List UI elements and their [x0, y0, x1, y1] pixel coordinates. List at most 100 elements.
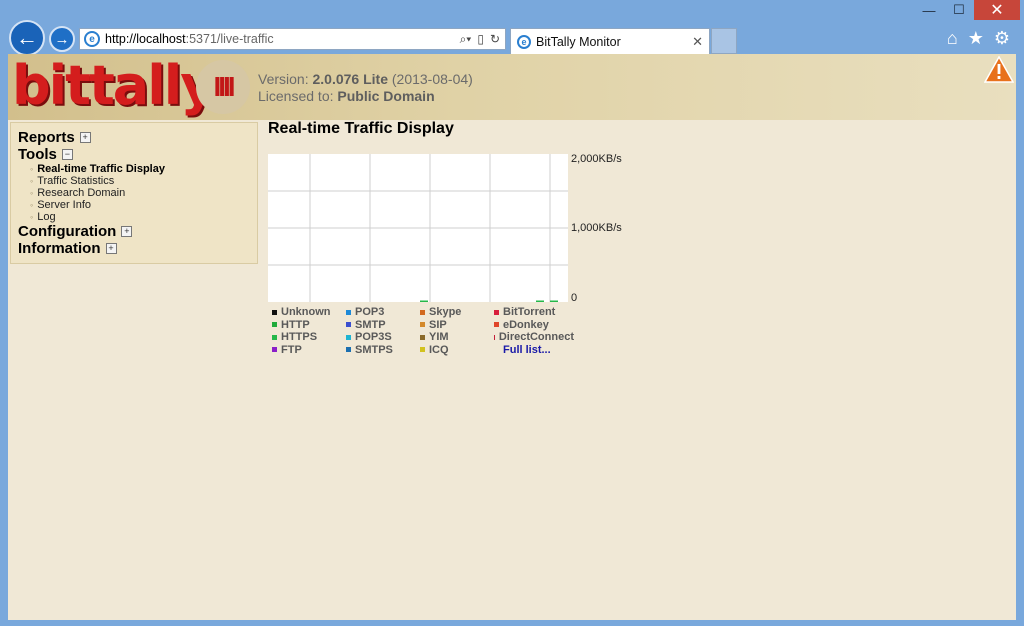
legend-swatch: [346, 322, 351, 328]
bittally-logo[interactable]: bittally: [12, 58, 215, 114]
legend-swatch: [272, 334, 277, 340]
collapse-minus-icon[interactable]: −: [61, 149, 73, 160]
compatibility-icon[interactable]: ▯: [477, 32, 484, 47]
minimize-button[interactable]: —: [914, 0, 944, 20]
ie-page-icon: e: [84, 31, 100, 47]
legend-label: Unknown: [281, 306, 331, 318]
legend-swatch: [420, 309, 425, 315]
legend-label: POP3: [355, 306, 385, 318]
tally-mark-logo: IIII: [196, 60, 250, 114]
legend-column: POP3 SMTP POP3S SMTPS: [346, 306, 426, 356]
favorites-star-icon[interactable]: ★: [968, 28, 984, 49]
full-list-link[interactable]: Full list...: [494, 344, 574, 357]
expand-plus-icon[interactable]: +: [79, 132, 91, 143]
menu-item-log[interactable]: Log: [30, 211, 257, 223]
license-value: Public Domain: [337, 88, 435, 104]
app-header: bittally IIII Version: 2.0.076 Lite (201…: [8, 54, 1016, 120]
sidebar-configuration[interactable]: Configuration +: [18, 223, 257, 240]
legend-label: POP3S: [355, 331, 392, 343]
web-page: bittally IIII Version: 2.0.076 Lite (201…: [8, 54, 1016, 620]
legend-label: Skype: [429, 306, 462, 318]
sidebar-menu: Reports + Tools− Real-time Traffic Displa…: [10, 122, 258, 264]
forward-button[interactable]: →: [49, 26, 75, 52]
y-tick-label: 0: [571, 292, 578, 304]
legend-item: POP3S: [346, 331, 426, 344]
legend-item: FTP: [272, 344, 352, 357]
new-tab-button[interactable]: [711, 28, 737, 54]
legend-swatch: [494, 309, 499, 315]
legend-item: HTTP: [272, 319, 352, 332]
legend-column: Unknown HTTP HTTPS FTP: [272, 306, 352, 356]
menu-item-server-info[interactable]: Server Info: [30, 199, 257, 211]
legend-swatch: [272, 322, 277, 328]
maximize-button[interactable]: ☐: [944, 0, 974, 20]
legend-item: SMTP: [346, 319, 426, 332]
back-button[interactable]: ←: [9, 20, 45, 56]
legend-item: YIM: [420, 331, 500, 344]
browser-toolbar-right: ⌂ ★ ⚙: [947, 28, 1010, 49]
sidebar-reports[interactable]: Reports +: [18, 129, 257, 146]
legend-label: SMTP: [355, 318, 386, 331]
legend-swatch: [346, 309, 351, 315]
legend-item: SIP: [420, 319, 500, 332]
version-label: Version:: [258, 71, 313, 87]
settings-gear-icon[interactable]: ⚙: [994, 28, 1010, 49]
legend-label: FTP: [281, 343, 302, 356]
legend-label: BitTorrent: [503, 306, 556, 318]
legend-swatch: [494, 334, 495, 340]
close-tab-icon[interactable]: ✕: [692, 34, 703, 50]
browser-tab[interactable]: e BitTally Monitor ✕: [510, 28, 710, 54]
reports-label: Reports: [18, 129, 75, 146]
legend-swatch: [272, 347, 277, 353]
menu-item-realtime-traffic[interactable]: Real-time Traffic Display: [30, 163, 257, 175]
traffic-series-mark: [550, 300, 558, 302]
legend-item: eDonkey: [494, 319, 574, 332]
legend-item: Unknown: [272, 306, 352, 319]
legend-item: SMTPS: [346, 344, 426, 357]
window-controls: — ☐ ✕: [914, 0, 1020, 22]
legend-label: HTTPS: [281, 331, 318, 343]
close-window-button[interactable]: ✕: [974, 0, 1020, 20]
warning-icon[interactable]: [984, 56, 1014, 84]
version-value: 2.0.076 Lite: [312, 71, 388, 87]
legend-column: BitTorrent eDonkey DirectConnect Full list.…: [494, 306, 574, 356]
legend-column: Skype SIP YIM ICQ: [420, 306, 500, 356]
version-info: Version: 2.0.076 Lite (2013-08-04) Licen…: [258, 71, 473, 105]
expand-plus-icon[interactable]: +: [105, 243, 117, 254]
address-bar[interactable]: e http://localhost:5371/live-traffic ⌕▾ …: [79, 28, 506, 50]
legend-swatch: [272, 309, 277, 315]
home-icon[interactable]: ⌂: [947, 28, 958, 49]
sidebar-information[interactable]: Information +: [18, 240, 257, 257]
menu-item-research-domain[interactable]: Research Domain: [30, 187, 257, 199]
traffic-chart: [268, 154, 568, 302]
legend-swatch: [346, 347, 351, 353]
traffic-series-mark: [536, 300, 544, 302]
legend-label: SIP: [429, 318, 447, 331]
tools-label: Tools: [18, 146, 57, 163]
url-path: :5371/live-traffic: [185, 32, 274, 46]
legend-item: Skype: [420, 306, 500, 319]
legend-label: HTTP: [281, 318, 310, 331]
ie-tab-icon: e: [517, 34, 531, 49]
search-icon[interactable]: ⌕▾: [460, 32, 472, 47]
y-tick-label: 1,000KB/s: [571, 222, 622, 234]
sidebar-tools[interactable]: Tools −: [18, 146, 257, 163]
configuration-label: Configuration: [18, 223, 117, 240]
legend-swatch: [346, 334, 351, 340]
refresh-icon[interactable]: ↻: [490, 32, 500, 47]
menu-item-traffic-statistics[interactable]: Traffic Statistics: [30, 175, 257, 187]
url-host: http://localhost: [105, 32, 186, 46]
legend-label: eDonkey: [503, 318, 549, 331]
traffic-series-mark: [420, 300, 428, 302]
legend-item: POP3: [346, 306, 426, 319]
legend-label: DirectConnect: [498, 331, 574, 343]
legend-item: BitTorrent: [494, 306, 574, 319]
legend-label: YIM: [429, 331, 449, 343]
arrow-right-icon: →: [54, 30, 70, 48]
legend-label: ICQ: [429, 343, 449, 356]
browser-window: — ☐ ✕ ← → e http://localhost:5371/live-t…: [0, 0, 1024, 626]
legend-swatch: [420, 334, 425, 340]
expand-plus-icon[interactable]: +: [121, 226, 133, 237]
y-tick-label: 2,000KB/s: [571, 153, 622, 165]
tab-title: BitTally Monitor: [536, 34, 621, 49]
